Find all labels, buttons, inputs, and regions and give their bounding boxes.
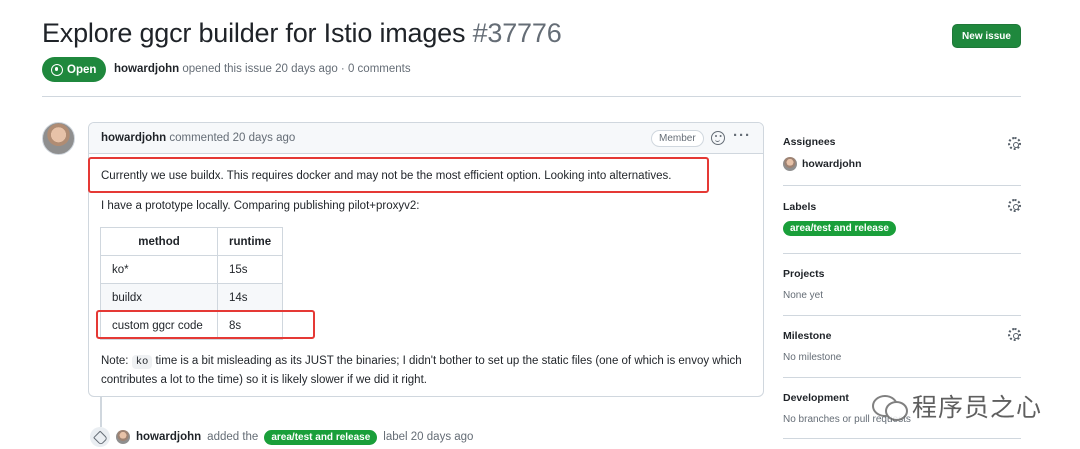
table-cell-method: ko* [100, 255, 218, 284]
comment-paragraph-3: Note: ko time is a bit misleading as its… [101, 352, 751, 389]
comment-paragraph-2: I have a prototype locally. Comparing pu… [101, 200, 420, 212]
event-suffix: label 20 days ago [383, 431, 474, 443]
wechat-icon [872, 393, 908, 421]
highlight-box-row [96, 310, 315, 339]
table-header-runtime: runtime [216, 227, 284, 256]
milestone-gear-icon[interactable] [1008, 328, 1021, 341]
add-reaction-icon[interactable] [711, 131, 725, 145]
assignees-title: Assignees [783, 136, 836, 148]
header-divider [42, 96, 1021, 97]
labels-title: Labels [783, 201, 817, 213]
event-actor-link[interactable]: howardjohn [136, 431, 201, 443]
timeline-line [100, 397, 102, 427]
event-avatar[interactable] [116, 430, 130, 444]
table-header-method: method [100, 227, 218, 256]
table-header-row: method runtime [100, 227, 284, 256]
projects-value: None yet [783, 290, 824, 301]
issue-meta: howardjohn opened this issue 20 days ago… [114, 63, 411, 75]
note-text-after: time is a bit misleading as its JUST the… [101, 355, 742, 386]
projects-section: Projects None yet [783, 268, 1021, 301]
member-badge: Member [651, 130, 704, 147]
watermark-text: 程序员之心 [912, 393, 1043, 422]
author-avatar[interactable] [42, 122, 75, 155]
assignee-name: howardjohn [802, 158, 862, 170]
table-cell-runtime: 14s [216, 283, 284, 312]
projects-title: Projects [783, 268, 825, 280]
event-label-pill[interactable]: area/test and release [264, 429, 378, 445]
comment-meta: howardjohn commented 20 days ago [101, 132, 295, 144]
sidebar-label-pill[interactable]: area/test and release [783, 221, 896, 236]
sidebar-divider [783, 438, 1021, 439]
issue-title: Explore ggcr builder for Istio images #3… [42, 18, 562, 49]
issue-opened-icon [51, 63, 63, 76]
event-verb: added the [207, 431, 259, 443]
assignees-gear-icon[interactable] [1008, 137, 1021, 150]
new-issue-button[interactable]: New issue [952, 24, 1021, 48]
milestone-value: No milestone [783, 352, 842, 363]
assignees-section: Assignees howardjohn [783, 136, 1021, 171]
issue-author-link[interactable]: howardjohn [114, 63, 179, 75]
sidebar-divider [783, 315, 1021, 316]
table-cell-runtime: 15s [216, 255, 284, 284]
comment-time[interactable]: commented 20 days ago [169, 132, 295, 144]
table-row: buildx 14s [100, 283, 284, 312]
sidebar-divider [783, 185, 1021, 186]
milestone-title: Milestone [783, 330, 832, 342]
issue-number: #37776 [472, 18, 562, 48]
highlight-box-paragraph [88, 157, 709, 193]
issue-state-badge: Open [42, 57, 107, 82]
table-cell-method: buildx [100, 283, 218, 312]
tag-icon [90, 427, 110, 447]
table-row: ko* 15s [100, 255, 284, 284]
issue-opened-text: opened this issue 20 days ago · 0 commen… [182, 63, 411, 75]
comment-options-icon[interactable]: ··· [733, 127, 751, 144]
issue-title-text: Explore ggcr builder for Istio images [42, 18, 466, 48]
label-event: howardjohn added the area/test and relea… [90, 427, 473, 447]
sidebar-divider [783, 253, 1021, 254]
sidebar-divider [783, 377, 1021, 378]
assignee-avatar [783, 157, 797, 171]
labels-section: Labels area/test and release [783, 199, 1021, 236]
milestone-section: Milestone No milestone [783, 328, 1021, 363]
watermark: 程序员之心 [872, 388, 1042, 424]
assignee-item[interactable]: howardjohn [783, 157, 1021, 171]
issue-state-label: Open [67, 63, 97, 76]
note-text-before: Note: [101, 355, 132, 367]
comment-author-link[interactable]: howardjohn [101, 132, 166, 144]
labels-gear-icon[interactable] [1008, 199, 1021, 212]
inline-code: ko [131, 355, 153, 369]
comment-header: howardjohn commented 20 days ago Member … [89, 123, 763, 154]
